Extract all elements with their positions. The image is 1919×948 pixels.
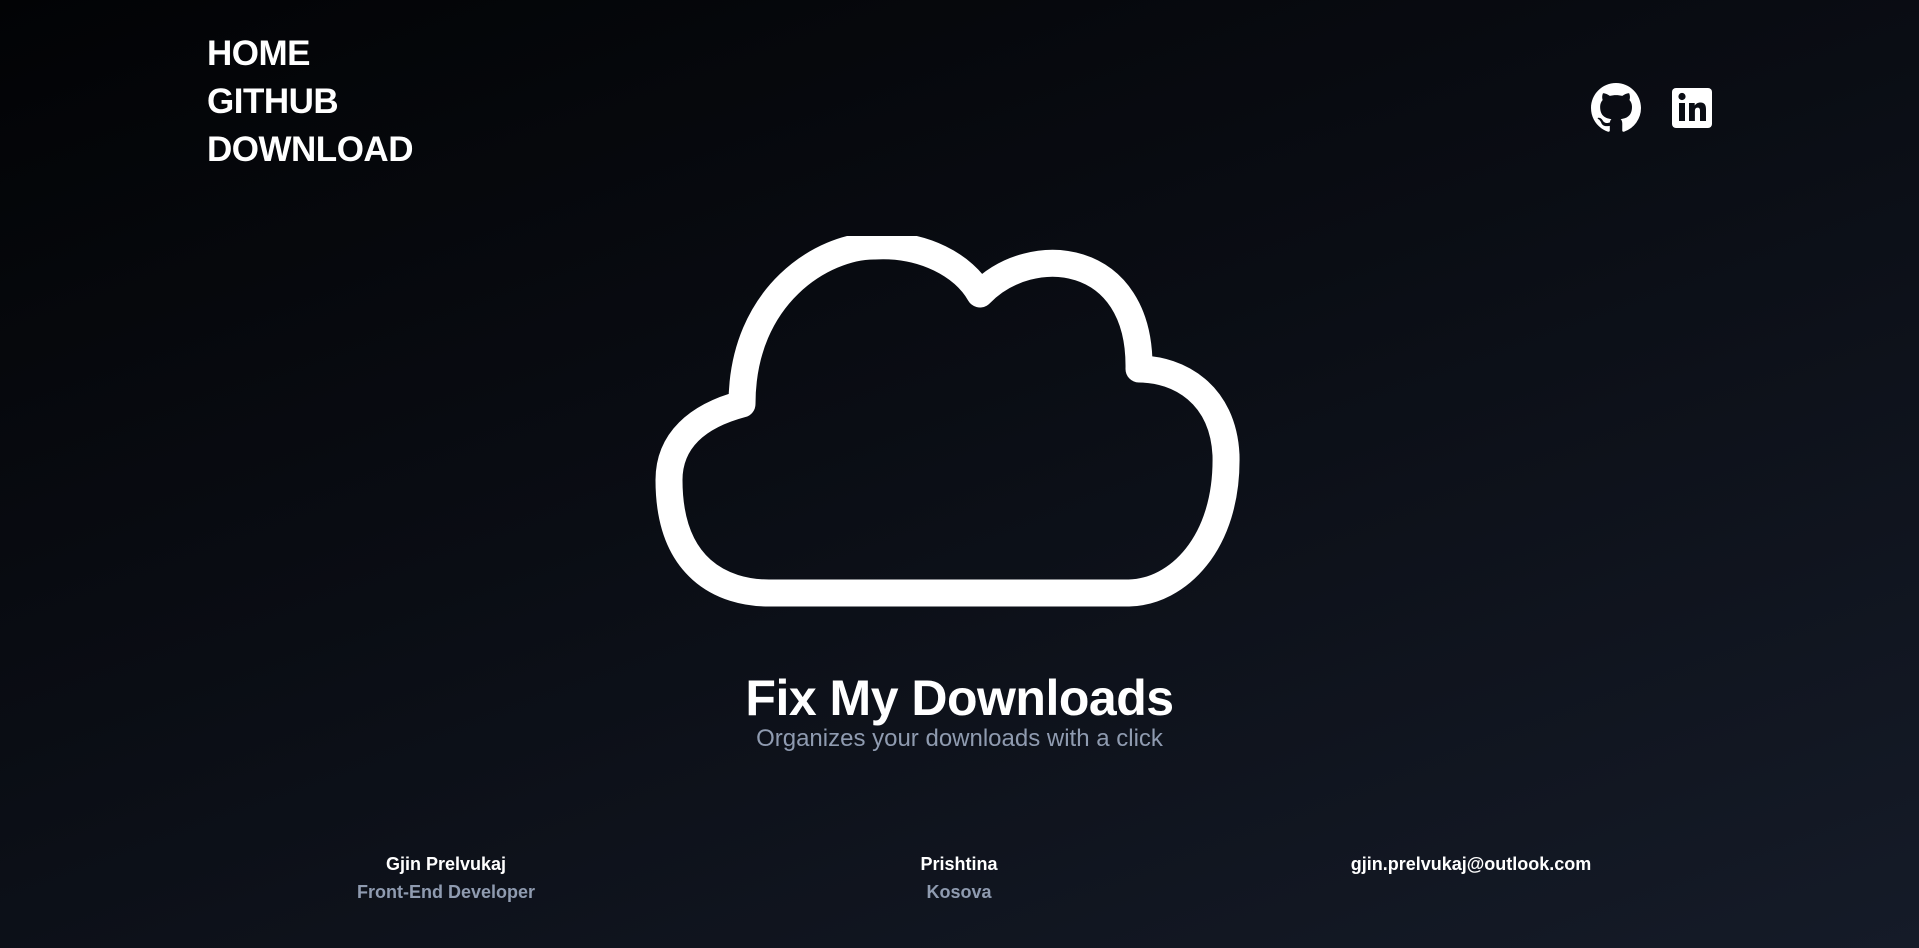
main-nav: HOME GITHUB DOWNLOAD — [207, 30, 413, 174]
location-country: Kosova — [926, 882, 992, 902]
nav-link-github[interactable]: GITHUB — [207, 78, 413, 126]
page-subtitle: Organizes your downloads with a click — [756, 725, 1163, 752]
nav-link-home[interactable]: HOME — [207, 30, 413, 78]
linkedin-icon[interactable] — [1667, 83, 1717, 133]
nav-link-download[interactable]: DOWNLOAD — [207, 126, 413, 174]
social-links — [1591, 83, 1717, 133]
github-icon[interactable] — [1591, 83, 1641, 133]
author-name: Gjin Prelvukaj — [385, 854, 507, 874]
cloud-icon — [652, 236, 1248, 614]
author-role: Front-End Developer — [356, 882, 535, 902]
location-city: Prishtina — [920, 854, 998, 874]
contact-email[interactable]: gjin.prelvukaj@outlook.com — [1271, 851, 1671, 877]
footer-author: Gjin Prelvukaj Front-End Developer — [246, 851, 646, 907]
footer-contact: gjin.prelvukaj@outlook.com — [1271, 851, 1671, 877]
footer-location: Prishtina Kosova — [759, 851, 1159, 907]
page-title: Fix My Downloads — [745, 670, 1174, 726]
